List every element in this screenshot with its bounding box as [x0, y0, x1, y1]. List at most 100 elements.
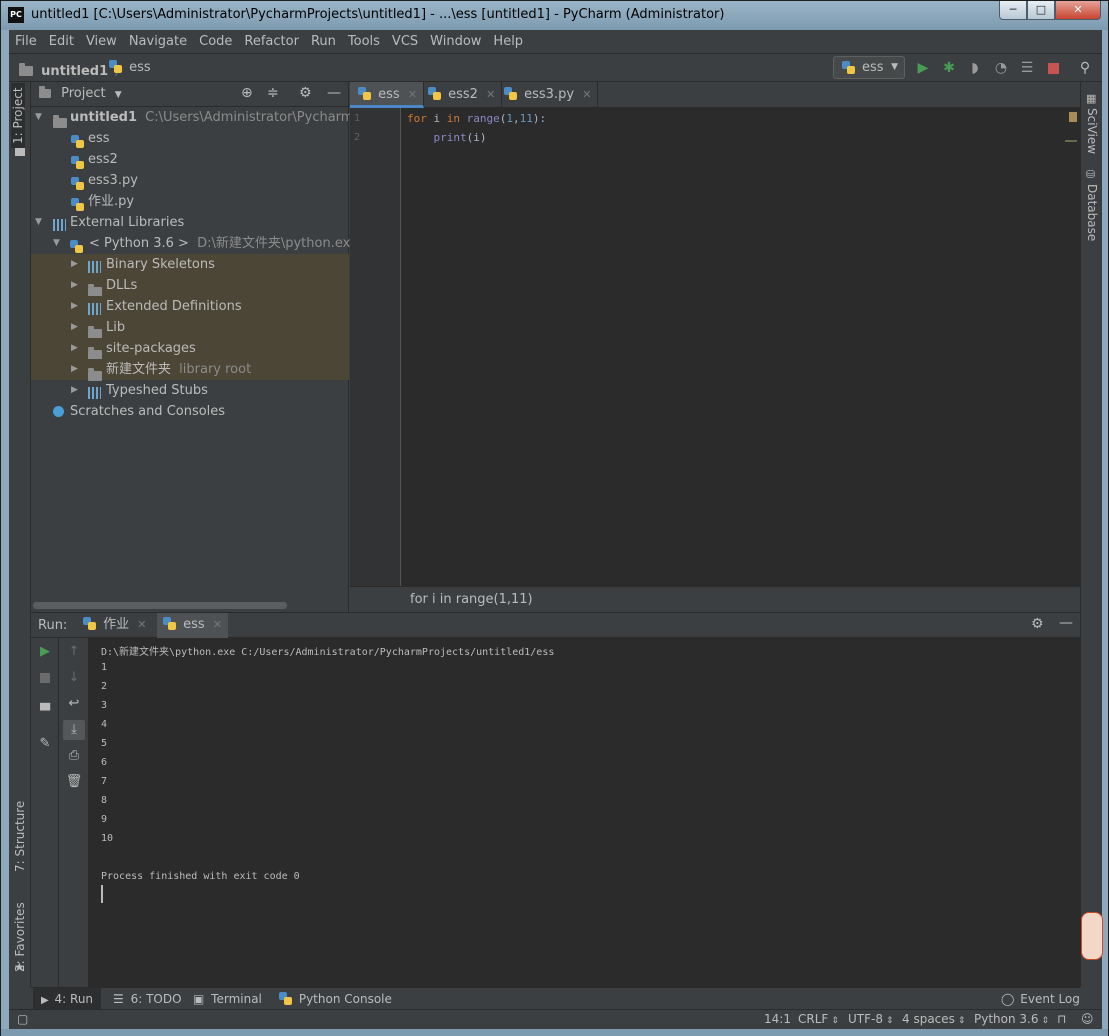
- horizontal-scrollbar[interactable]: [33, 602, 287, 609]
- stop-icon[interactable]: [34, 668, 56, 688]
- run-with-coverage-icon[interactable]: ◗: [967, 60, 983, 76]
- tool-window-database[interactable]: Database: [1085, 184, 1099, 241]
- tree-typeshed-stubs[interactable]: ▶ Typeshed Stubs: [31, 380, 349, 401]
- indent-select[interactable]: 4 spaces ⇕: [902, 1012, 965, 1026]
- close-tab-icon[interactable]: ✕: [213, 618, 222, 631]
- run-tab-ess[interactable]: ess ✕: [157, 613, 229, 638]
- trash-icon[interactable]: 🗑: [63, 772, 85, 792]
- tree-binary-skeletons[interactable]: ▶ Binary Skeletons: [31, 254, 349, 275]
- tree-external-libraries[interactable]: ▼ External Libraries: [31, 212, 349, 233]
- close-tab-icon[interactable]: ✕: [408, 88, 417, 101]
- tool-windows-toggle-icon[interactable]: ▢: [17, 1012, 28, 1026]
- hide-icon[interactable]: —: [327, 85, 341, 101]
- menu-view[interactable]: View: [86, 34, 117, 49]
- lock-icon[interactable]: ⊓: [1057, 1012, 1066, 1026]
- code-line-1[interactable]: for i in range(1,11):: [407, 112, 546, 125]
- run-tab-zuoye[interactable]: 作业 ✕: [77, 613, 153, 638]
- encoding-select[interactable]: UTF-8 ⇕: [848, 1012, 894, 1026]
- menu-help[interactable]: Help: [493, 34, 523, 49]
- tree-lib-root-folder[interactable]: ▶ 新建文件夹 library root: [31, 359, 349, 381]
- tool-window-terminal[interactable]: ▣ Terminal: [193, 988, 262, 1010]
- line-separator-select[interactable]: CRLF ⇕: [798, 1012, 839, 1026]
- pin-icon[interactable]: ✎: [34, 734, 56, 754]
- menu-vcs[interactable]: VCS: [392, 34, 418, 49]
- tab-ess2[interactable]: ess2 ✕: [420, 82, 503, 108]
- breadcrumb-file[interactable]: ess: [109, 60, 151, 75]
- title-bar: PC untitled1 [C:\Users\Administrator\Pyc…: [1, 1, 1108, 30]
- tool-window-python-console[interactable]: Python Console: [279, 988, 392, 1010]
- tree-site-packages[interactable]: ▶ site-packages: [31, 338, 349, 360]
- tree-file-ess[interactable]: ess: [31, 128, 349, 149]
- console-finished: Process finished with exit code 0: [101, 871, 300, 882]
- interpreter-select[interactable]: Python 3.6 ⇕: [974, 1012, 1049, 1026]
- warning-marker[interactable]: [1069, 112, 1077, 122]
- build-icon[interactable]: ☰: [1019, 60, 1035, 76]
- close-tab-icon[interactable]: ✕: [137, 618, 146, 631]
- tree-lib-label: Extended Definitions: [106, 299, 242, 314]
- badge-icon: [1081, 912, 1103, 960]
- tool-window-sciview[interactable]: SciView: [1085, 108, 1099, 154]
- project-view-select[interactable]: Project ▼: [39, 86, 122, 101]
- collapse-all-icon[interactable]: ≑: [267, 85, 279, 101]
- menu-edit[interactable]: Edit: [49, 34, 74, 49]
- search-everywhere-icon[interactable]: ⚲: [1077, 60, 1093, 76]
- menu-navigate[interactable]: Navigate: [129, 34, 187, 49]
- tree-scratches[interactable]: Scratches and Consoles: [31, 401, 349, 422]
- tool-window-todo-label: 6: TODO: [130, 992, 182, 1006]
- tree-file-zuoye[interactable]: 作业.py: [31, 191, 349, 212]
- restore-layout-icon[interactable]: ▀: [34, 702, 56, 722]
- close-tab-icon[interactable]: ✕: [582, 88, 591, 101]
- breadcrumb-project-label: untitled1: [41, 64, 109, 79]
- close-tab-icon[interactable]: ✕: [486, 88, 495, 101]
- tool-window-run[interactable]: ▶ 4: Run: [33, 988, 102, 1010]
- tree-python-sdk[interactable]: ▼ < Python 3.6 > D:\新建文件夹\python.exe: [31, 233, 358, 254]
- tree-file-ess2[interactable]: ess2: [31, 149, 349, 170]
- tree-lib[interactable]: ▶ Lib: [31, 317, 349, 339]
- maximize-button[interactable]: □: [1027, 1, 1055, 20]
- caret-position[interactable]: 14:1: [764, 1012, 791, 1026]
- gear-icon[interactable]: ⚙: [1031, 616, 1044, 632]
- minimize-button[interactable]: ─: [999, 1, 1027, 20]
- inspector-icon[interactable]: ☺: [1081, 1012, 1094, 1026]
- tree-dlls[interactable]: ▶ DLLs: [31, 275, 349, 297]
- print-icon[interactable]: ⎙: [63, 746, 85, 766]
- locate-icon[interactable]: ⊕: [241, 85, 253, 101]
- scroll-to-end-icon[interactable]: ⤓: [63, 720, 85, 740]
- debug-icon[interactable]: ✱: [941, 60, 957, 76]
- menu-window[interactable]: Window: [430, 34, 481, 49]
- menu-file[interactable]: File: [15, 34, 37, 49]
- error-stripe-mark[interactable]: [1065, 140, 1077, 142]
- navigation-bar: untitled1 〉 ess ess ▼ ▶ ✱ ◗ ◔ ☰ ⚲: [9, 53, 1102, 82]
- tool-window-todo[interactable]: ☰ 6: TODO: [113, 988, 182, 1010]
- tree-file-ess3[interactable]: ess3.py: [31, 170, 349, 191]
- stop-icon[interactable]: [1045, 60, 1061, 76]
- tool-window-project[interactable]: 1: Project: [11, 83, 25, 148]
- console-output[interactable]: D:\新建文件夹\python.exe C:/Users/Administrat…: [89, 638, 1080, 988]
- tool-window-event-log[interactable]: ◯ Event Log: [1001, 988, 1080, 1010]
- close-button[interactable]: ✕: [1055, 1, 1101, 20]
- up-arrow-icon[interactable]: ↑: [63, 642, 85, 662]
- tree-root-untitled1[interactable]: ▼ untitled1 C:\Users\Administrator\Pycha…: [31, 107, 386, 128]
- soft-wrap-icon[interactable]: ↩: [63, 694, 85, 714]
- run-configuration-select[interactable]: ess ▼: [833, 56, 905, 79]
- event-log-icon: ◯: [1001, 992, 1015, 1006]
- run-icon[interactable]: ▶: [915, 60, 931, 76]
- rerun-icon[interactable]: ▶: [34, 642, 56, 662]
- menu-run[interactable]: Run: [311, 34, 336, 49]
- tab-ess3[interactable]: ess3.py ✕: [496, 82, 599, 108]
- tool-window-structure[interactable]: 7: Structure: [13, 801, 27, 872]
- code-line-2[interactable]: print(i): [407, 131, 487, 144]
- editor-breadcrumb-label[interactable]: for i in range(1,11): [410, 592, 533, 607]
- indent-label: 4 spaces: [902, 1012, 955, 1026]
- gear-icon[interactable]: ⚙: [299, 85, 312, 101]
- profile-icon[interactable]: ◔: [993, 60, 1009, 76]
- menu-tools[interactable]: Tools: [348, 34, 380, 49]
- tab-ess[interactable]: ess ✕: [350, 82, 425, 108]
- tree-sdk-name: < Python 3.6 >: [89, 236, 189, 251]
- menu-code[interactable]: Code: [199, 34, 232, 49]
- menu-refactor[interactable]: Refactor: [244, 34, 299, 49]
- tab-label: ess2: [448, 87, 478, 102]
- hide-icon[interactable]: —: [1059, 615, 1073, 631]
- tree-extended-definitions[interactable]: ▶ Extended Definitions: [31, 296, 349, 317]
- down-arrow-icon[interactable]: ↓: [63, 668, 85, 688]
